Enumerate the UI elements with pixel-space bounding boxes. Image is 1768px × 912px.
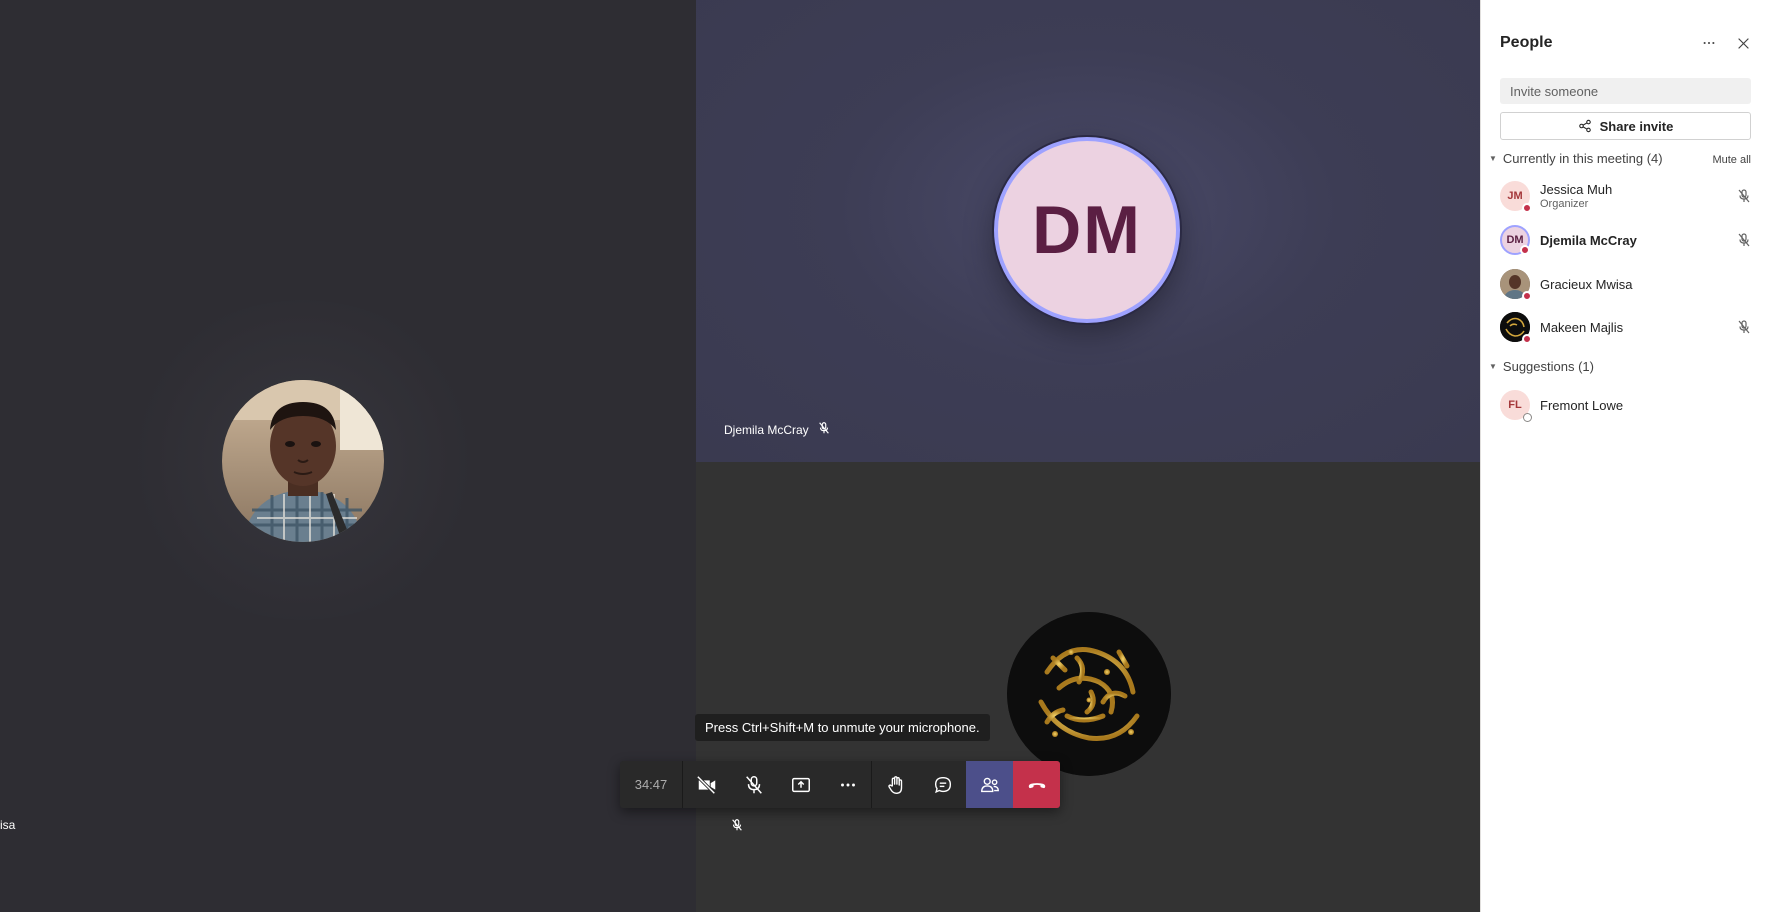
offline-status-icon xyxy=(1523,413,1532,422)
chevron-down-icon: ▼ xyxy=(1489,362,1497,371)
avatar: FL xyxy=(1500,390,1532,422)
participant-name: Gracieux Mwisa xyxy=(1540,276,1633,292)
unmute-tooltip: Press Ctrl+Shift+M to unmute your microp… xyxy=(695,714,990,741)
avatar: DM xyxy=(1500,225,1530,255)
camera-toggle-button[interactable] xyxy=(683,761,730,808)
participant-role: Organizer xyxy=(1540,198,1589,210)
panel-more-icon[interactable] xyxy=(1700,34,1718,52)
mic-toggle-button[interactable] xyxy=(730,761,777,808)
people-button[interactable] xyxy=(966,761,1013,808)
avatar-initials: DM xyxy=(1506,234,1524,246)
current-meeting-section-toggle[interactable]: ▼ Currently in this meeting (4) xyxy=(1489,151,1663,166)
share-invite-button[interactable]: Share invite xyxy=(1500,112,1751,140)
camera-off-icon xyxy=(696,775,715,794)
avatar-initials: JM xyxy=(1507,190,1523,202)
suggestion-row[interactable]: FL Fremont Lowe xyxy=(1500,387,1752,423)
participant-name: Makeen Majlis xyxy=(1540,319,1624,335)
invite-someone-input[interactable] xyxy=(1500,78,1751,104)
suggestion-name: Fremont Lowe xyxy=(1540,397,1624,413)
participant-text: Jessica Muh Organizer xyxy=(1540,182,1736,210)
share-screen-icon xyxy=(791,777,810,792)
participant-row[interactable]: Makeen Majlis xyxy=(1500,309,1752,345)
chat-icon xyxy=(934,776,951,793)
panel-title: People xyxy=(1500,34,1553,51)
participant-name: Jessica Muh xyxy=(1540,182,1613,197)
busy-status-icon xyxy=(1522,291,1532,301)
mic-off-icon xyxy=(817,421,831,438)
share-invite-label: Share invite xyxy=(1599,118,1674,134)
avatar: JM xyxy=(1500,181,1532,213)
share-icon xyxy=(1578,119,1591,133)
participant-name: Djemila McCray xyxy=(1540,232,1637,248)
avatar-initials: DM xyxy=(1032,192,1142,268)
video-tile-gracieux[interactable] xyxy=(0,0,696,912)
people-icon xyxy=(980,777,999,792)
participant-row[interactable]: DM Djemila McCray xyxy=(1500,222,1752,258)
call-controls-toolbar: 34:47 xyxy=(620,761,1060,808)
more-icon xyxy=(840,783,855,786)
mic-off-icon xyxy=(1738,233,1750,247)
avatar xyxy=(1500,312,1532,344)
mic-off-icon xyxy=(1738,189,1750,203)
mic-off-icon xyxy=(745,775,762,794)
participant-text: Gracieux Mwisa xyxy=(1540,277,1752,292)
people-panel: People Share invite ▼ Currently in this … xyxy=(1480,0,1768,912)
busy-status-icon xyxy=(1520,245,1530,255)
chat-button[interactable] xyxy=(919,761,966,808)
call-timer: 34:47 xyxy=(620,761,683,808)
mute-all-button[interactable]: Mute all xyxy=(1712,154,1751,166)
avatar-initials: FL xyxy=(1508,399,1522,411)
chevron-down-icon: ▼ xyxy=(1489,154,1497,163)
calligraphy-logo-avatar xyxy=(1007,612,1171,776)
busy-status-icon xyxy=(1522,334,1532,344)
avatar xyxy=(1500,269,1532,301)
participant-row[interactable]: JM Jessica Muh Organizer xyxy=(1500,178,1752,214)
mic-off-icon xyxy=(1738,320,1750,334)
raise-hand-button[interactable] xyxy=(872,761,919,808)
hand-icon xyxy=(887,775,902,794)
video-tile-djemila[interactable]: DM Djemila McCray xyxy=(696,0,1480,462)
mic-off-icon xyxy=(730,818,744,837)
participant-text: Makeen Majlis xyxy=(1540,320,1736,335)
current-meeting-heading: Currently in this meeting (4) xyxy=(1502,151,1663,166)
share-screen-button[interactable] xyxy=(777,761,824,808)
close-icon[interactable] xyxy=(1734,34,1752,52)
tile-participant-name: Djemila McCray xyxy=(724,422,809,437)
more-actions-button[interactable] xyxy=(824,761,871,808)
panel-header-actions xyxy=(1700,34,1752,52)
hang-up-icon xyxy=(1028,782,1045,788)
suggestions-heading: Suggestions (1) xyxy=(1502,359,1594,374)
tile-name-label-partial: isa xyxy=(0,818,16,832)
participant-photo-avatar xyxy=(222,380,384,542)
participant-row[interactable]: Gracieux Mwisa xyxy=(1500,266,1752,302)
suggestions-section-toggle[interactable]: ▼ Suggestions (1) xyxy=(1489,359,1594,374)
tile-name-label: Djemila McCray xyxy=(724,421,831,438)
hang-up-button[interactable] xyxy=(1013,761,1060,808)
participant-initials-avatar: DM xyxy=(994,137,1180,323)
video-tile-makeen[interactable] xyxy=(696,462,1480,912)
meeting-stage: DM Djemila McCray Press Ctrl+Shift+M to … xyxy=(0,0,1480,912)
suggestion-text: Fremont Lowe xyxy=(1540,398,1752,413)
busy-status-icon xyxy=(1522,203,1532,213)
participant-text: Djemila McCray xyxy=(1540,233,1736,248)
